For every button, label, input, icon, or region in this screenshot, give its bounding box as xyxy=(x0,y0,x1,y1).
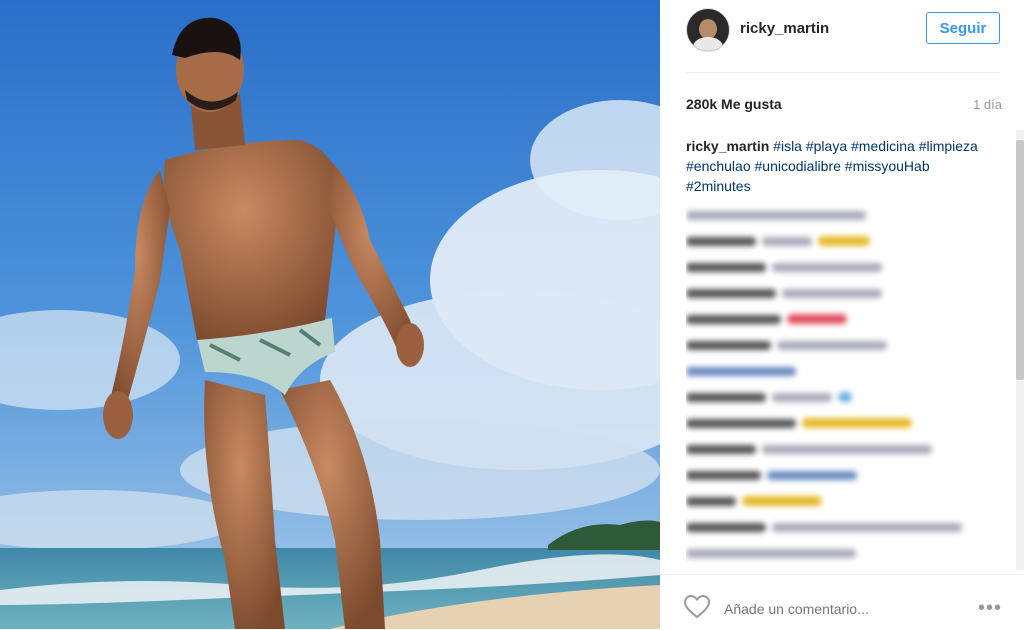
beach-photo xyxy=(0,0,660,629)
comment-item xyxy=(686,228,986,254)
post-caption: ricky_martin #isla #playa #medicina #lim… xyxy=(686,136,986,196)
comment-item xyxy=(686,462,986,488)
username[interactable]: ricky_martin xyxy=(740,20,829,37)
post-photo xyxy=(0,0,660,629)
post-time[interactable]: 1 día xyxy=(973,97,1002,112)
comment-item xyxy=(686,254,986,280)
more-dots-icon[interactable]: ••• xyxy=(978,597,1002,620)
post-header: ricky_martin Seguir xyxy=(660,0,1024,66)
comment-item xyxy=(686,540,986,566)
comment-item xyxy=(686,332,986,358)
comments-scrollbar[interactable] xyxy=(1016,140,1024,380)
follow-button[interactable]: Seguir xyxy=(926,12,1000,44)
comment-item xyxy=(686,410,986,436)
user-avatar[interactable] xyxy=(686,8,730,52)
caption-username[interactable]: ricky_martin xyxy=(686,138,769,154)
comment-item xyxy=(686,306,986,332)
comment-input[interactable] xyxy=(724,601,944,617)
comment-item xyxy=(686,358,986,384)
post-panel: ricky_martin Seguir 280k Me gusta 1 día … xyxy=(660,0,1024,629)
heart-outline-icon[interactable] xyxy=(684,595,710,619)
comment-item xyxy=(686,202,986,228)
comment-item xyxy=(686,436,986,462)
comment-item xyxy=(686,488,986,514)
header-divider xyxy=(686,72,1000,73)
comment-item xyxy=(686,384,986,410)
likes-count[interactable]: 280k Me gusta xyxy=(686,96,782,112)
comment-item xyxy=(686,514,986,540)
post-footer: ••• xyxy=(660,574,1024,630)
comments-list xyxy=(686,202,986,574)
comment-item xyxy=(686,280,986,306)
